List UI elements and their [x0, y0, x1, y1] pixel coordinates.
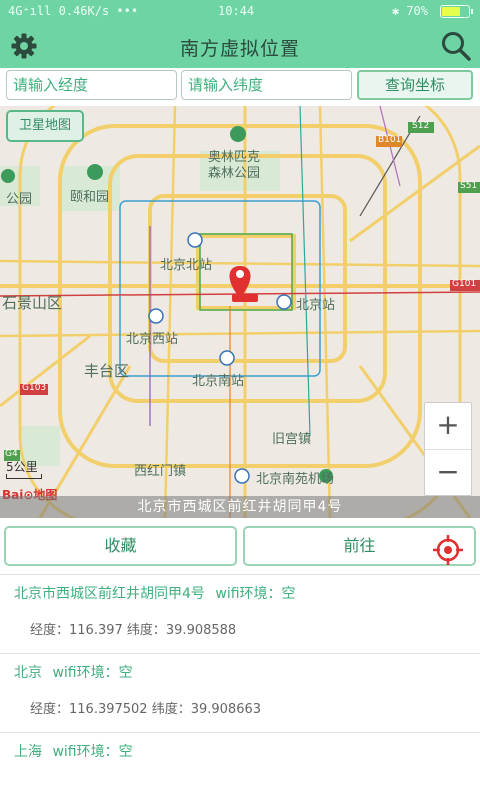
list-item[interactable]: 北京 wifi环境：空 经度：116.397502 纬度：39.908663	[0, 653, 480, 732]
battery-fill	[442, 7, 460, 16]
map-label: 北京南苑机场	[256, 472, 335, 487]
scale-label: 5公里	[6, 460, 38, 474]
item-title-row: 北京市西城区前红井胡同甲4号 wifi环境：空	[14, 583, 296, 603]
history-list: 北京市西城区前红井胡同甲4号 wifi环境：空 经度：116.397 纬度：39…	[0, 574, 480, 811]
status-right: ✱ 70%	[392, 4, 428, 18]
current-address: 北京市西城区前红井胡同甲4号	[0, 496, 480, 518]
map-label: G103	[22, 383, 47, 393]
item-wifi: wifi环境：空	[52, 665, 133, 681]
map-label: 北京站	[296, 298, 336, 313]
map-label: 丰台区	[84, 362, 130, 380]
goto-label: 前往	[343, 536, 376, 555]
map-label: 旧宫镇	[272, 432, 312, 447]
map-label: 北京南站	[192, 374, 245, 389]
favorite-button[interactable]: 收藏	[4, 526, 237, 566]
map-label: 北京西站	[126, 332, 179, 347]
item-wifi: wifi环境：空	[215, 586, 296, 602]
map-view[interactable]: B101 S12 S51 G101 G103 G4 奥林匹克 森林公园 颐和园 …	[0, 106, 480, 518]
status-time: 10:44	[218, 4, 255, 18]
list-item[interactable]: 北京市西城区前红井胡同甲4号 wifi环境：空 经度：116.397 纬度：39…	[0, 574, 480, 653]
longitude-input[interactable]	[6, 70, 177, 100]
item-coords: 经度：116.397 纬度：39.908588	[30, 623, 237, 638]
signal-indicator: 4G⁺ıll	[8, 4, 52, 18]
map-label: 西红门镇	[134, 464, 187, 479]
map-label: G101	[452, 279, 477, 289]
item-title: 北京市西城区前红井胡同甲4号	[14, 586, 205, 602]
latitude-input[interactable]	[181, 70, 352, 100]
item-title-row: 上海 wifi环境：空	[14, 741, 133, 761]
map-label: S12	[412, 121, 430, 131]
search-icon[interactable]	[440, 30, 472, 62]
bluetooth-icon: ✱	[391, 4, 400, 18]
status-left: 4G⁺ıll 0.46K/s •••	[8, 4, 138, 18]
map-label: 石景山区	[2, 294, 63, 312]
map-label: 北京北站	[160, 258, 213, 273]
title-bar: 南方虚拟位置	[0, 24, 480, 68]
map-label: S51	[460, 181, 478, 191]
item-title: 上海	[14, 744, 42, 760]
battery-percent: 70%	[406, 4, 428, 18]
map-label: 颐和园	[70, 190, 110, 205]
battery-icon	[440, 5, 473, 18]
notification-dots: •••	[116, 4, 139, 18]
query-coordinates-button[interactable]: 查询坐标	[357, 70, 473, 100]
goto-button[interactable]: 前往	[243, 526, 476, 566]
item-title-row: 北京 wifi环境：空	[14, 662, 133, 682]
map-label: 公园	[6, 192, 33, 207]
map-label: B101	[378, 135, 402, 145]
zoom-control: + −	[424, 402, 472, 496]
zoom-out-button[interactable]: −	[425, 450, 471, 496]
list-item[interactable]: 上海 wifi环境：空	[0, 732, 480, 811]
action-bar: 收藏 前往	[0, 518, 480, 574]
map-label: 森林公园	[208, 166, 261, 181]
network-speed: 0.46K/s	[58, 4, 110, 18]
page-title: 南方虚拟位置	[179, 38, 300, 60]
crosshair-icon	[433, 535, 463, 565]
scale-bar	[6, 474, 42, 479]
coordinate-query-bar: 查询坐标	[0, 68, 480, 106]
item-title: 北京	[14, 665, 42, 681]
zoom-in-button[interactable]: +	[425, 403, 471, 449]
satellite-map-button[interactable]: 卫星地图	[6, 110, 84, 142]
status-bar: 4G⁺ıll 0.46K/s ••• 10:44 ✱ 70%	[0, 0, 480, 24]
item-wifi: wifi环境：空	[52, 744, 133, 760]
item-coords: 经度：116.397502 纬度：39.908663	[30, 702, 262, 717]
